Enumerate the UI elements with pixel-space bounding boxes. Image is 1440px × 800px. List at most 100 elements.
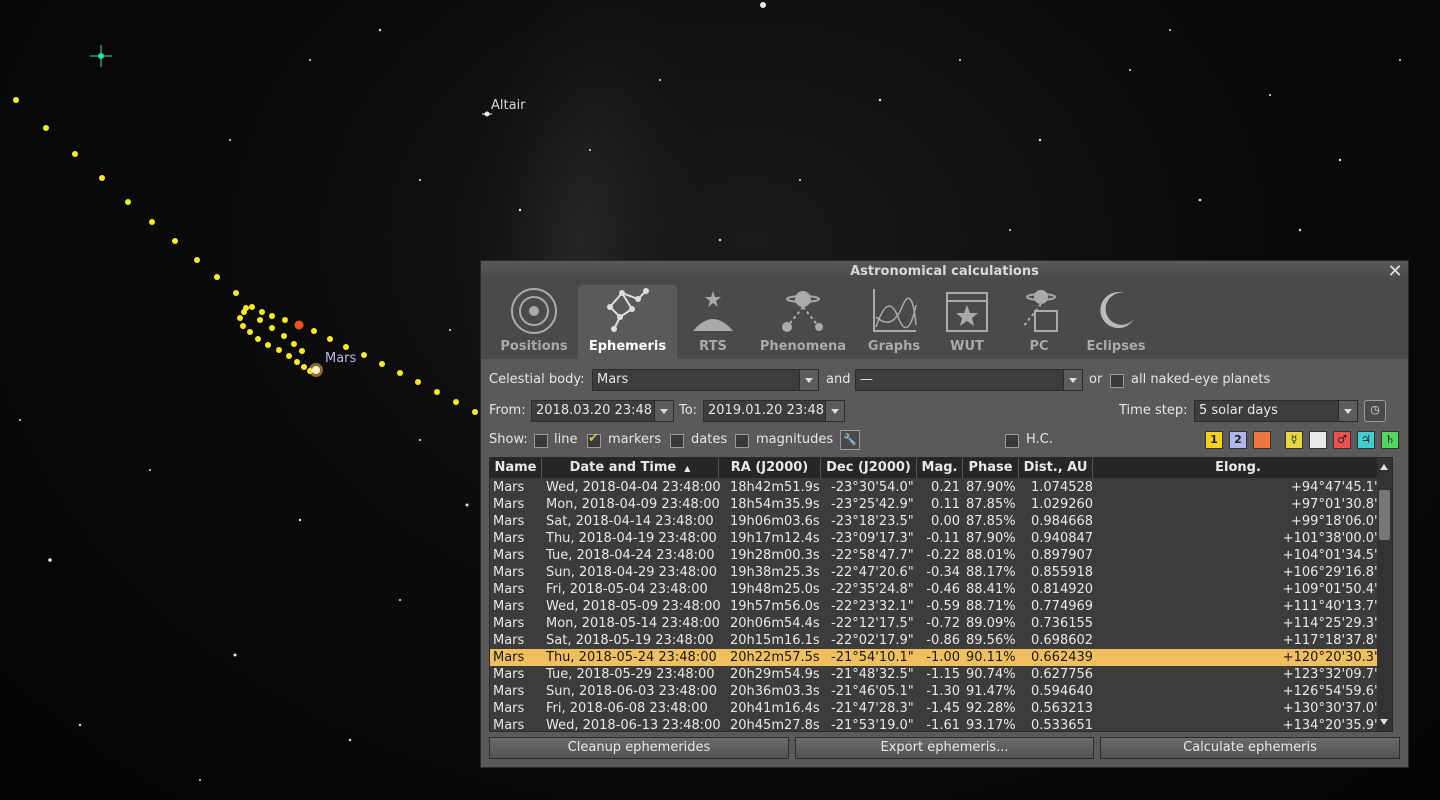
column-header[interactable]: Mag. xyxy=(917,458,963,478)
table-row[interactable]: Mars Thu, 2018-04-19 23:48:00 19h17m12.4s -… xyxy=(490,530,1384,547)
table-cell: -22°47'20.6" xyxy=(831,565,914,580)
table-cell: 0.698602 xyxy=(1031,633,1094,648)
column-header[interactable]: RA (J2000) xyxy=(719,458,821,478)
second-body-select[interactable]: — xyxy=(855,369,1083,391)
ephemeris-marker xyxy=(257,317,263,323)
ephemeris-marker xyxy=(249,304,255,310)
ephemeris-icon xyxy=(606,288,649,332)
table-row[interactable]: Mars Fri, 2018-05-04 23:48:00 19h48m25.0s -… xyxy=(490,581,1384,598)
clock-icon[interactable]: ◷ xyxy=(1364,400,1386,422)
dialog-titlebar[interactable]: Astronomical calculations xyxy=(481,261,1408,283)
tab-pc[interactable]: PC xyxy=(1009,285,1069,359)
table-cell: -21°47'28.3" xyxy=(831,701,914,716)
table-cell: 0.662439 xyxy=(1031,650,1094,665)
wrench-icon[interactable]: 🔧 xyxy=(840,430,860,450)
export-ephemeris-button[interactable]: Export ephemeris... xyxy=(795,737,1094,759)
color-swatch[interactable]: ♄ xyxy=(1381,431,1399,449)
ephemeris-marker xyxy=(301,364,307,370)
close-icon[interactable]: ✕ xyxy=(1386,262,1404,282)
table-row[interactable]: Mars Fri, 2018-06-08 23:48:00 20h41m16.4s -… xyxy=(490,700,1384,717)
dates-checkbox[interactable] xyxy=(670,434,684,448)
column-header[interactable]: Name xyxy=(490,458,542,478)
table-cell: +99°18'06.0" xyxy=(1291,514,1380,529)
ephemeris-marker xyxy=(172,238,178,244)
table-row[interactable]: Mars Mon, 2018-04-09 23:48:00 18h54m35.9s -… xyxy=(490,496,1384,513)
table-row[interactable]: Mars Sun, 2018-06-03 23:48:00 20h36m03.3s -… xyxy=(490,683,1384,700)
markers-checkbox[interactable] xyxy=(587,431,601,448)
color-swatch[interactable]: ♃ xyxy=(1357,431,1375,449)
ephemeris-marker xyxy=(343,344,349,350)
color-swatch[interactable]: 2 xyxy=(1229,431,1247,449)
color-swatch[interactable]: 1 xyxy=(1205,431,1223,449)
table-row[interactable]: Mars Thu, 2018-05-24 23:48:00 20h22m57.5s -… xyxy=(490,649,1384,666)
ephemeris-marker xyxy=(453,399,459,405)
ephemeris-marker xyxy=(99,175,105,181)
table-cell: +114°25'29.3" xyxy=(1282,616,1380,631)
all-planets-checkbox[interactable] xyxy=(1110,374,1124,388)
table-cell: 20h36m03.3s xyxy=(730,684,820,699)
table-row[interactable]: Mars Wed, 2018-04-04 23:48:00 18h42m51.9s -… xyxy=(490,479,1384,496)
star xyxy=(48,558,52,562)
column-header[interactable]: Elong. xyxy=(1093,458,1384,478)
celestial-body-select[interactable]: Mars xyxy=(592,369,819,391)
column-header[interactable]: Dist., AU xyxy=(1019,458,1093,478)
star-label-altair: Altair xyxy=(491,98,526,113)
tab-graphs[interactable]: Graphs xyxy=(861,285,927,359)
table-cell: -22°23'32.1" xyxy=(831,599,914,614)
table-row[interactable]: Mars Sat, 2018-04-14 23:48:00 19h06m03.6s -… xyxy=(490,513,1384,530)
star xyxy=(229,139,231,141)
vertical-scrollbar[interactable] xyxy=(1377,458,1392,731)
column-header[interactable]: Phase xyxy=(963,458,1019,478)
magnitudes-checkbox[interactable] xyxy=(735,434,749,448)
to-date-input[interactable]: 2019.01.20 23:48 xyxy=(703,400,845,422)
table-cell: 91.47% xyxy=(966,684,1016,699)
tab-eclipses[interactable]: Eclipses xyxy=(1081,285,1151,359)
table-row[interactable]: Mars Tue, 2018-05-29 23:48:00 20h29m54.9s -… xyxy=(490,666,1384,683)
table-cell: 0.897907 xyxy=(1031,548,1094,563)
column-header[interactable]: Date and Time ▲ xyxy=(542,458,719,478)
star xyxy=(298,518,302,522)
color-swatch[interactable]: ☿ xyxy=(1285,431,1303,449)
tab-wut[interactable]: WUT xyxy=(935,285,999,359)
table-cell: +134°20'35.9" xyxy=(1282,718,1380,732)
color-swatch[interactable] xyxy=(1253,431,1271,449)
star xyxy=(760,2,766,8)
table-cell: 19h06m03.6s xyxy=(730,514,820,529)
color-swatch[interactable]: ♂ xyxy=(1333,431,1351,449)
table-row[interactable]: Mars Wed, 2018-05-09 23:48:00 19h57m56.0s -… xyxy=(490,598,1384,615)
phenomena-icon xyxy=(782,291,823,332)
column-header[interactable]: Dec (J2000) xyxy=(821,458,917,478)
tab-positions[interactable]: Positions xyxy=(489,285,579,359)
hc-checkbox[interactable] xyxy=(1005,434,1019,448)
ephemeris-marker xyxy=(240,323,246,329)
table-row[interactable]: Mars Sun, 2018-04-29 23:48:00 19h38m25.3s -… xyxy=(490,564,1384,581)
cleanup-ephemerides-button[interactable]: Cleanup ephemerides xyxy=(489,737,789,759)
table-cell: 87.90% xyxy=(966,480,1016,495)
time-step-select[interactable]: 5 solar days xyxy=(1194,400,1358,422)
tab-ephemeris[interactable]: Ephemeris xyxy=(578,285,677,359)
table-cell: -1.00 xyxy=(926,650,960,665)
table-cell: 87.90% xyxy=(966,531,1016,546)
table-row[interactable]: Mars Tue, 2018-04-24 23:48:00 19h28m00.3s -… xyxy=(490,547,1384,564)
chevron-down-icon xyxy=(654,401,673,421)
scroll-up-icon[interactable] xyxy=(1377,460,1392,474)
all-planets-label: all naked-eye planets xyxy=(1131,372,1271,387)
line-checkbox[interactable] xyxy=(534,434,548,448)
table-cell: Fri, 2018-05-04 23:48:00 xyxy=(546,582,708,597)
calculate-ephemeris-button[interactable]: Calculate ephemeris xyxy=(1100,737,1400,759)
scroll-down-icon[interactable] xyxy=(1377,715,1392,729)
sort-ascending-icon: ▲ xyxy=(684,464,691,473)
tab-rts[interactable]: RTS xyxy=(679,285,747,359)
table-cell: -0.46 xyxy=(926,582,960,597)
table-cell: Mon, 2018-04-09 23:48:00 xyxy=(546,497,720,512)
table-row[interactable]: Mars Sat, 2018-05-19 23:48:00 20h15m16.1s -… xyxy=(490,632,1384,649)
dialog-title: Astronomical calculations xyxy=(850,264,1039,279)
from-date-input[interactable]: 2018.03.20 23:48 xyxy=(531,400,674,422)
tab-phenomena[interactable]: Phenomena xyxy=(755,285,851,359)
ephemeris-marker xyxy=(397,370,403,376)
table-row[interactable]: Mars Wed, 2018-06-13 23:48:00 20h45m27.8s -… xyxy=(490,717,1384,732)
color-swatch[interactable] xyxy=(1309,431,1327,449)
table-row[interactable]: Mars Mon, 2018-05-14 23:48:00 20h06m54.4s -… xyxy=(490,615,1384,632)
scroll-thumb[interactable] xyxy=(1379,490,1390,540)
table-cell: 0.984668 xyxy=(1031,514,1094,529)
